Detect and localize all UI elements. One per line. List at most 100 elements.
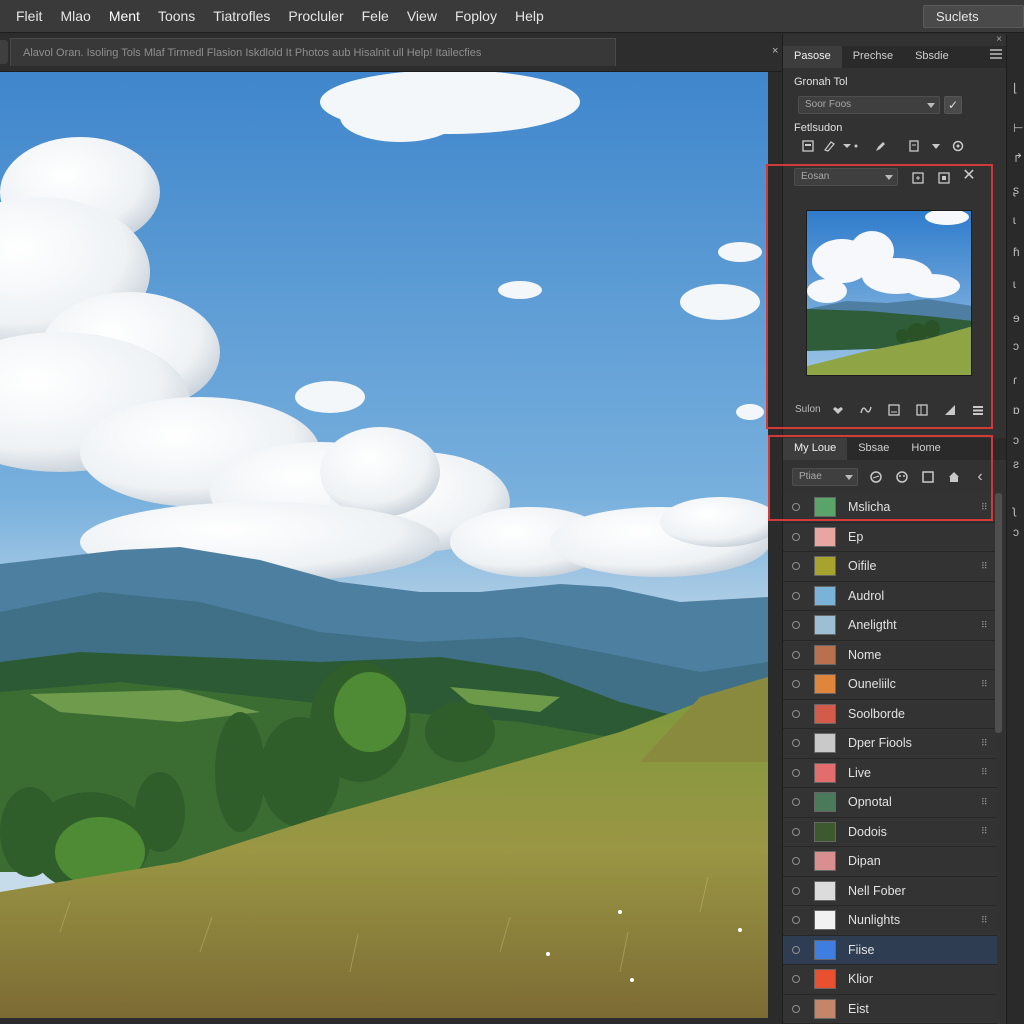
document-tab[interactable]: Alavol Oran. Isoling Tols Mlaf Tirmedl F…: [10, 38, 616, 66]
properties-tab-2[interactable]: Sbsdie: [904, 46, 960, 68]
layer-row[interactable]: Live ⠿: [783, 758, 997, 788]
menu-item-9[interactable]: Help: [506, 0, 553, 33]
visibility-eye-icon[interactable]: [783, 916, 809, 925]
brush-mode-icon[interactable]: [823, 139, 859, 153]
tool-magic-icon[interactable]: ʂ: [1013, 184, 1023, 196]
drag-handle-icon[interactable]: ⠿: [981, 797, 991, 808]
layer-thumbnail: [814, 880, 836, 901]
tool-smudge-icon[interactable]: ƨ: [1013, 458, 1023, 470]
document-icon[interactable]: [907, 139, 921, 153]
menu-item-5[interactable]: Procluler: [279, 0, 352, 33]
properties-tabs: Pasose Prechse Sbsdie: [783, 46, 1007, 68]
visibility-eye-icon[interactable]: [783, 768, 809, 777]
menu-bar: Fleit Mlao Ment Toons Tiatrofles Procluler Fel…: [0, 0, 1024, 33]
layer-name: Opnotal: [848, 795, 892, 810]
menu-item-1[interactable]: Mlao: [51, 0, 99, 33]
tool-gradient-icon[interactable]: ɔ: [1013, 434, 1023, 446]
layer-row[interactable]: Aneligtht ⠿: [783, 611, 997, 641]
layer-row[interactable]: Audrol: [783, 581, 997, 611]
drag-handle-icon[interactable]: ⠿: [981, 679, 991, 690]
layer-thumbnail: [814, 851, 836, 872]
dropdown-arrow-icon[interactable]: [929, 139, 943, 153]
tool-text-icon[interactable]: ɦ: [1013, 246, 1023, 258]
visibility-eye-icon[interactable]: [783, 680, 809, 689]
document-close-icon[interactable]: ×: [772, 45, 778, 57]
menu-item-7[interactable]: View: [398, 0, 446, 33]
layers-scrollbar[interactable]: [995, 493, 1002, 733]
layer-row[interactable]: Opnotal ⠿: [783, 788, 997, 818]
drag-handle-icon[interactable]: ⠿: [981, 915, 991, 926]
tab-scroll-handle[interactable]: [0, 40, 8, 64]
workspace-select[interactable]: Suclets: [923, 5, 1024, 28]
visibility-eye-icon[interactable]: [783, 975, 809, 984]
drag-handle-icon[interactable]: ⠿: [981, 620, 991, 631]
panel-menu-icon[interactable]: [990, 49, 1002, 59]
layer-thumbnail: [814, 644, 836, 665]
layer-row[interactable]: Dodois ⠿: [783, 817, 997, 847]
visibility-eye-icon[interactable]: [783, 798, 809, 807]
visibility-eye-icon[interactable]: [783, 591, 809, 600]
visibility-eye-icon[interactable]: [783, 886, 809, 895]
drag-handle-icon[interactable]: ⠿: [981, 738, 991, 749]
visibility-eye-icon[interactable]: [783, 739, 809, 748]
image-canvas[interactable]: [0, 72, 768, 1018]
layer-row[interactable]: Nome: [783, 640, 997, 670]
tool-crop-icon[interactable]: ɩ: [1013, 214, 1023, 226]
layer-row[interactable]: Dipan: [783, 847, 997, 877]
layer-row[interactable]: Eist: [783, 994, 997, 1024]
layer-row[interactable]: Oifile ⠿: [783, 552, 997, 582]
tool-eraser-icon[interactable]: ɒ: [1013, 404, 1023, 416]
layer-list: Mslicha ⠿ Ep Oifile ⠿ Audrol Aneligtht ⠿ Nome Oun…: [783, 493, 997, 1024]
layer-thumbnail: [814, 762, 836, 783]
tool-lasso-icon[interactable]: ↱: [1013, 152, 1023, 164]
menu-item-3[interactable]: Toons: [149, 0, 204, 33]
layer-row[interactable]: Nunlights ⠿: [783, 906, 997, 936]
drag-handle-icon[interactable]: ⠿: [981, 767, 991, 778]
layer-thumbnail: [814, 585, 836, 606]
menu-item-4[interactable]: Tiatrofles: [204, 0, 279, 33]
menu-item-6[interactable]: Fele: [353, 0, 398, 33]
properties-tab-1[interactable]: Prechse: [842, 46, 904, 68]
layer-row[interactable]: Ouneliilc ⠿: [783, 670, 997, 700]
layer-thumbnail: [814, 939, 836, 960]
tool-hand-icon[interactable]: ʅ: [1013, 504, 1023, 516]
panel-close-icon[interactable]: ×: [996, 34, 1002, 45]
layer-row[interactable]: Fiise: [783, 935, 997, 965]
visibility-eye-icon[interactable]: [783, 562, 809, 571]
visibility-eye-icon[interactable]: [783, 709, 809, 718]
layer-thumbnail: [814, 526, 836, 547]
visibility-eye-icon[interactable]: [783, 1004, 809, 1013]
layer-row[interactable]: Klior: [783, 965, 997, 995]
layer-row[interactable]: Nell Fober: [783, 876, 997, 906]
tool-brush-icon[interactable]: ɾ: [1013, 374, 1023, 386]
layer-row[interactable]: Dper Fiools ⠿: [783, 729, 997, 759]
properties-tab-0[interactable]: Pasose: [783, 46, 842, 68]
visibility-eye-icon[interactable]: [783, 945, 809, 954]
confirm-button[interactable]: ✓: [944, 96, 962, 114]
menu-item-2[interactable]: Ment: [100, 0, 149, 33]
visibility-eye-icon[interactable]: [783, 621, 809, 630]
tool-eyedropper-icon[interactable]: ɩ: [1013, 278, 1023, 290]
layer-thumbnail: [814, 969, 836, 990]
tool-preset-dropdown[interactable]: Soor Foos: [798, 96, 940, 114]
visibility-eye-icon[interactable]: [783, 532, 809, 541]
settings-icon[interactable]: [951, 139, 965, 153]
tool-options-row: [801, 139, 965, 153]
visibility-eye-icon[interactable]: [783, 857, 809, 866]
tool-shape-icon[interactable]: ɘ: [1013, 312, 1023, 324]
layer-row[interactable]: Ep: [783, 522, 997, 552]
tool-move-icon[interactable]: ⊢: [1013, 122, 1023, 134]
layer-thumbnail: [814, 703, 836, 724]
tool-bracket-icon[interactable]: ⌊: [1013, 82, 1023, 94]
menu-item-8[interactable]: Foploy: [446, 0, 506, 33]
tool-zoom-icon[interactable]: ɔ: [1013, 526, 1023, 538]
visibility-eye-icon[interactable]: [783, 650, 809, 659]
brush-tool-icon[interactable]: [873, 139, 887, 153]
menu-item-0[interactable]: Fleit: [0, 0, 51, 33]
tool-pen-icon[interactable]: ɔ: [1013, 340, 1023, 352]
layer-row[interactable]: Soolborde: [783, 699, 997, 729]
drag-handle-icon[interactable]: ⠿: [981, 561, 991, 572]
drag-handle-icon[interactable]: ⠿: [981, 826, 991, 837]
layers-icon[interactable]: [801, 139, 815, 153]
visibility-eye-icon[interactable]: [783, 827, 809, 836]
